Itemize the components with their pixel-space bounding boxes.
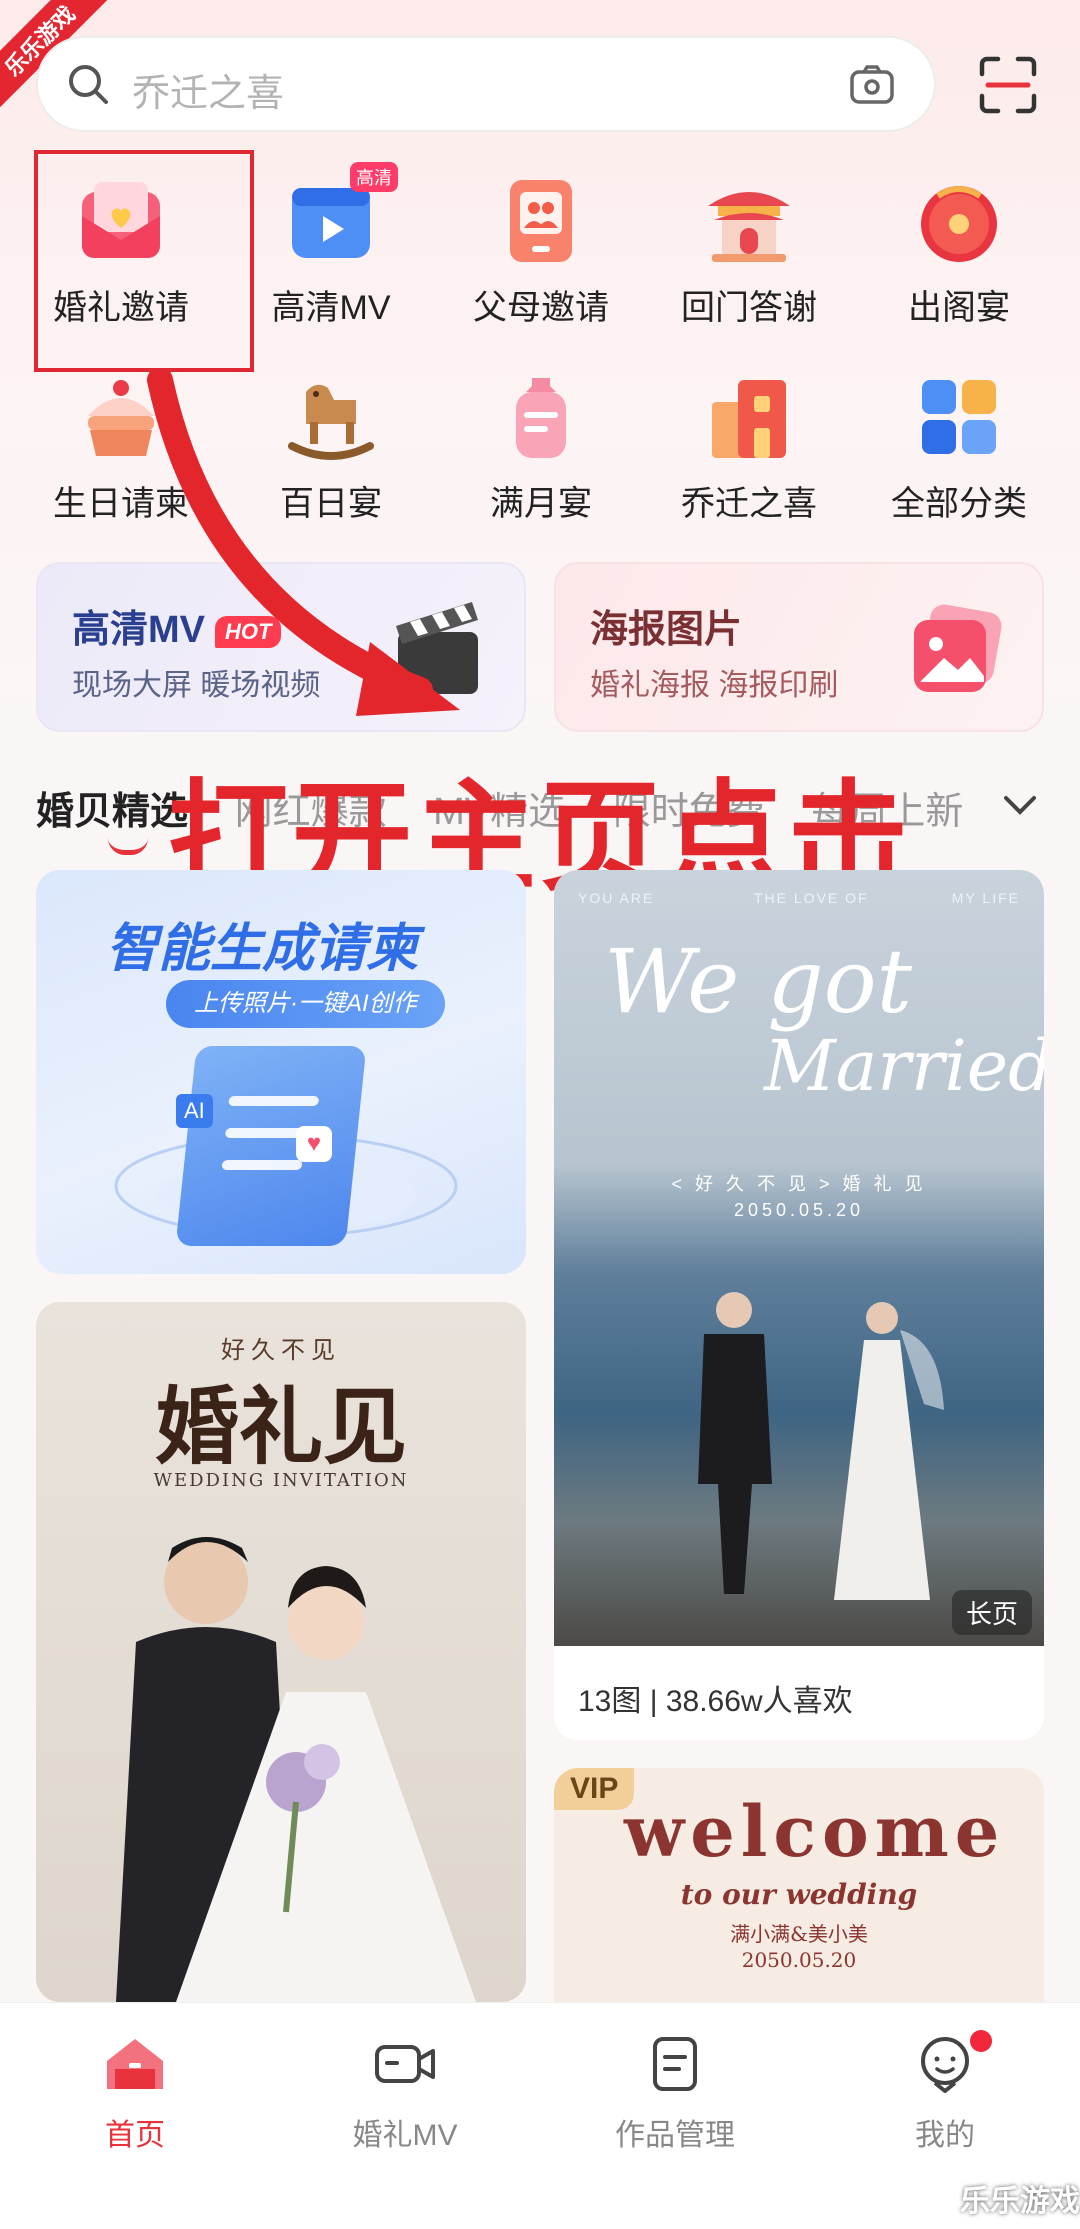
notification-dot [967, 2027, 995, 2055]
category-bridal-banquet[interactable]: 出阁宴 [874, 176, 1044, 356]
search-icon [69, 65, 108, 104]
ai-invitation-card[interactable]: 智能生成请柬 上传照片·一键AI创作 AI ♥ [36, 870, 526, 1274]
nav-label: 首页 [105, 2119, 165, 2152]
category-label: 父母邀请 [473, 289, 609, 327]
baby-bottle-icon [496, 372, 586, 462]
camera-icon[interactable] [846, 60, 898, 112]
search-bar[interactable]: 乔迁之喜 [36, 36, 936, 132]
invitation-english: WEDDING INVITATION [153, 1470, 409, 1491]
couple-illustration [116, 1537, 476, 2002]
template-card-welcome-vip[interactable]: VIP welcome to our wedding 满小满&美小美 2050.… [554, 1768, 1044, 2028]
picture-icon [914, 604, 1002, 692]
promo-title: 海报图片 [590, 609, 743, 651]
parents-card-icon [496, 176, 586, 266]
highlight-box [34, 150, 254, 372]
nav-label: 婚礼MV [352, 2119, 458, 2152]
video-camera-icon [375, 2045, 435, 2083]
video-play-icon: 高清 [286, 162, 398, 266]
document-icon [653, 2037, 697, 2091]
red-round-fan-icon [914, 176, 1004, 266]
welcome-date: 2050.05.20 [741, 1948, 857, 1972]
photo-caption-right: MY LIFE [951, 890, 1020, 906]
template-card-we-got-married[interactable]: YOU ARE THE LOVE OF MY LIFE We got Marri… [554, 870, 1044, 1740]
nav-profile[interactable]: 我的 [845, 2027, 1045, 2154]
category-hd-mv[interactable]: 高清 高清MV [246, 162, 416, 356]
ai-card-pill: 上传照片·一键AI创作 [166, 980, 445, 1028]
category-housewarming[interactable]: 乔迁之喜 [664, 372, 834, 552]
chevron-down-icon[interactable] [1000, 790, 1040, 820]
annotation-arrow [147, 370, 460, 716]
document-icon [175, 1046, 367, 1246]
category-return-thanks[interactable]: 回门答谢 [664, 176, 834, 356]
category-parents-invite[interactable]: 父母邀请 [456, 176, 626, 356]
wedding-photo: YOU ARE THE LOVE OF MY LIFE We got Marri… [554, 870, 1044, 1646]
ai-card-title: 智能生成请柬 [106, 920, 419, 978]
photo-caption-mid: THE LOVE OF [754, 890, 869, 906]
nav-label: 我的 [915, 2119, 975, 2152]
nav-wedding-mv[interactable]: 婚礼MV [305, 2033, 505, 2154]
scan-icon[interactable] [978, 56, 1038, 114]
template-card-wedding-invitation[interactable]: 好久不见 婚礼见 WEDDING INVITATION [36, 1302, 526, 2002]
welcome-subtitle: to our wedding [680, 1878, 918, 1911]
date-line: 2050.05.20 [733, 1200, 865, 1220]
nav-label: 作品管理 [615, 2119, 735, 2152]
tab-active-indicator [108, 838, 148, 855]
site-watermark: 乐乐游戏 [960, 2185, 1080, 2218]
ai-badge: AI [176, 1094, 213, 1128]
home-icon [107, 2039, 163, 2089]
tab-selected[interactable]: 婚贝精选 [36, 791, 188, 833]
pavilion-icon [704, 176, 794, 266]
house-icon [704, 372, 794, 462]
search-placeholder: 乔迁之喜 [132, 73, 285, 115]
card-stats: 13图 | 38.66w人喜欢 [578, 1685, 853, 1718]
long-page-tag: 长页 [951, 1590, 1032, 1635]
hd-badge: 高清 [350, 162, 398, 192]
nav-works[interactable]: 作品管理 [575, 2033, 775, 2154]
grid-icon [914, 372, 1004, 462]
welcome-names: 满小满&美小美 [730, 1922, 868, 1946]
photo-caption-left: YOU ARE [578, 890, 655, 906]
heart-icon: ♥ [296, 1126, 332, 1162]
invitation-big-title: 婚礼见 [154, 1377, 407, 1476]
promo-subtitle: 婚礼海报 海报印刷 [590, 669, 839, 702]
category-label: 回门答谢 [681, 289, 817, 327]
nav-home[interactable]: 首页 [35, 2033, 235, 2154]
promo-poster[interactable]: 海报图片 婚礼海报 海报印刷 [554, 562, 1044, 732]
category-all[interactable]: 全部分类 [874, 372, 1044, 552]
category-label: 出阁宴 [908, 289, 1010, 327]
subtitle-line: < 好 久 不 见 > 婚 礼 见 [671, 1174, 927, 1194]
vip-badge: VIP [554, 1768, 635, 1810]
category-label: 乔迁之喜 [681, 485, 817, 523]
category-label: 高清MV [271, 289, 391, 327]
category-label: 全部分类 [891, 485, 1027, 523]
bottom-nav: 首页 婚礼MV 作品管理 我的 [0, 2002, 1080, 2229]
script-title: We got Married [604, 930, 1044, 1108]
welcome-title: welcome [624, 1790, 1006, 1873]
couple-illustration [698, 1292, 944, 1600]
